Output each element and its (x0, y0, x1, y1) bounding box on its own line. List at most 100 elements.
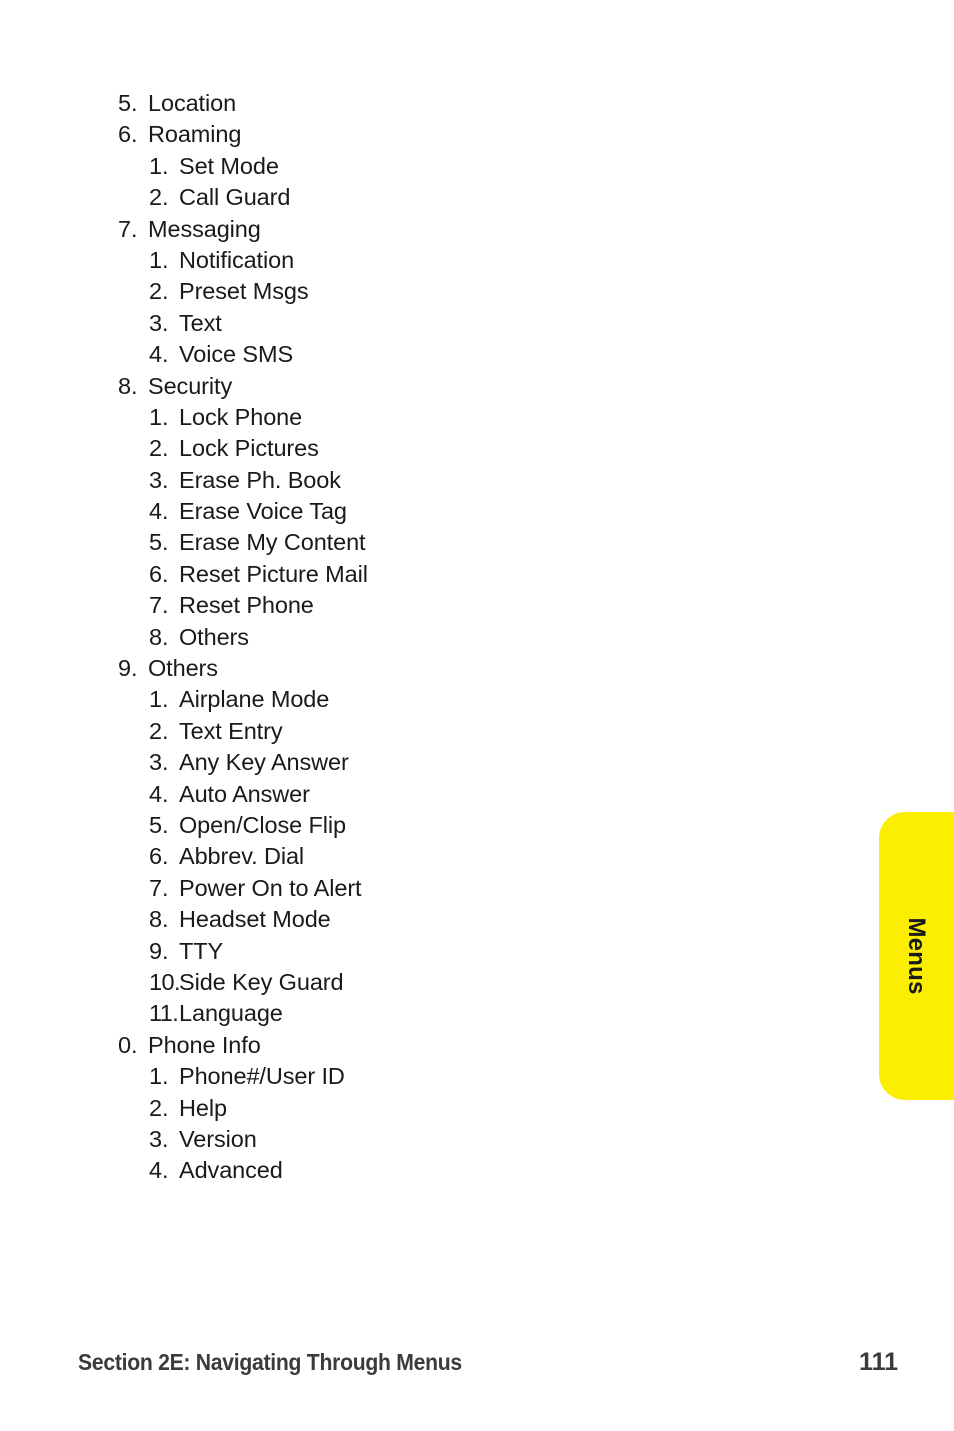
outline-item-label: Notification (179, 246, 295, 273)
outline-item-label: Version (179, 1125, 257, 1152)
outline-item: 8. Security (118, 371, 818, 402)
outline-item-number: 8. (149, 906, 169, 933)
outline-item: 9. Others (118, 653, 818, 684)
outline-item: 2. Preset Msgs (118, 276, 818, 307)
outline-item-number: 4. (149, 780, 169, 807)
outline-item: 7. Power On to Alert (118, 873, 818, 904)
outline-item-number: 6. (118, 121, 138, 148)
outline-item-number: 4. (149, 1157, 169, 1184)
outline-item-label: Advanced (179, 1157, 283, 1184)
outline-item-label: Text (179, 309, 222, 336)
outline-item-number: 2. (149, 1094, 169, 1121)
outline-item-number: 3. (149, 749, 169, 776)
outline-item: 3. Any Key Answer (118, 747, 818, 778)
outline-item-number: 4. (149, 498, 169, 525)
outline-item-number: 2. (149, 278, 169, 305)
outline-item: 3. Erase Ph. Book (118, 465, 818, 496)
outline-item-label: Set Mode (179, 152, 279, 179)
outline-item-number: 5. (118, 90, 138, 116)
outline-item-number: 2. (149, 184, 169, 211)
outline-item-label: Help (179, 1094, 227, 1121)
outline-item: 10. Side Key Guard (118, 967, 818, 998)
outline-item-label: TTY (179, 937, 224, 964)
outline-item-label: Airplane Mode (179, 686, 330, 713)
outline-item-label: Lock Phone (179, 403, 303, 430)
outline-item-label: Open/Close Flip (179, 811, 346, 838)
outline-item: 1. Set Mode (118, 151, 818, 182)
outline-item: 1. Lock Phone (118, 402, 818, 433)
outline-item-number: 11. (149, 1000, 179, 1027)
outline-item-label: Voice SMS (179, 341, 294, 368)
outline-item-label: Auto Answer (179, 780, 310, 807)
outline-item-label: Location (148, 90, 237, 116)
outline-item: 1. Phone#/User ID (118, 1061, 818, 1092)
outline-item-number: 7. (149, 592, 169, 619)
outline-item-number: 1. (149, 152, 169, 179)
outline-item-label: Language (179, 1000, 283, 1027)
outline-item-label: Preset Msgs (179, 278, 309, 305)
outline-item-number: 7. (149, 874, 169, 901)
outline-item-number: 9. (149, 937, 169, 964)
outline-item: 9. TTY (118, 936, 818, 967)
outline-item: 4. Auto Answer (118, 779, 818, 810)
outline-item: 8. Others (118, 622, 818, 653)
outline-item-number: 3. (149, 309, 169, 336)
outline-item-label: Security (148, 372, 233, 399)
outline-item-label: Any Key Answer (179, 749, 349, 776)
outline-item-number: 0. (118, 1031, 138, 1058)
outline-item-label: Side Key Guard (179, 968, 344, 995)
outline-item-number: 8. (149, 623, 169, 650)
outline-item-number: 10. (149, 968, 180, 995)
outline-item-label: Roaming (148, 121, 242, 148)
outline-item: 6. Reset Picture Mail (118, 559, 818, 590)
outline-item-number: 2. (149, 435, 169, 462)
outline-item: 4. Advanced (118, 1155, 818, 1186)
outline-item-label: Others (148, 655, 218, 682)
outline-item-number: 6. (149, 843, 169, 870)
outline-item-number: 5. (149, 811, 169, 838)
outline-item: 7. Messaging (118, 214, 818, 245)
outline-item-number: 1. (149, 1063, 169, 1090)
outline-item: 7. Reset Phone (118, 590, 818, 621)
outline-item-number: 7. (118, 215, 138, 242)
outline-item: 2. Help (118, 1093, 818, 1124)
outline-item-label: Reset Picture Mail (179, 560, 368, 587)
outline-item: 5. Location (118, 88, 818, 119)
outline-item: 5. Open/Close Flip (118, 810, 818, 841)
outline-item: 4. Voice SMS (118, 339, 818, 370)
outline-item-number: 8. (118, 372, 138, 399)
outline-item-label: Headset Mode (179, 906, 331, 933)
outline-item: 2. Lock Pictures (118, 433, 818, 464)
footer-page-number: 111 (859, 1348, 898, 1376)
outline-item: 2. Call Guard (118, 182, 818, 213)
outline-item: 1. Airplane Mode (118, 684, 818, 715)
outline-item: 3. Version (118, 1124, 818, 1155)
outline-item-label: Erase Voice Tag (179, 498, 347, 525)
outline-item: 0. Phone Info (118, 1030, 818, 1061)
outline-item-label: Others (179, 623, 249, 650)
outline-item: 11. Language (118, 998, 818, 1029)
outline-item: 6. Roaming (118, 119, 818, 150)
outline-item-label: Phone#/User ID (179, 1063, 345, 1090)
outline-item-number: 3. (149, 466, 169, 493)
outline-item-label: Messaging (148, 215, 261, 242)
outline-item-number: 4. (149, 341, 169, 368)
outline-item-label: Phone Info (148, 1031, 261, 1058)
outline-item-label: Call Guard (179, 184, 291, 211)
outline-item-label: Reset Phone (179, 592, 314, 619)
outline-item: 2. Text Entry (118, 716, 818, 747)
outline-item-label: Text Entry (179, 717, 283, 744)
outline-item-label: Power On to Alert (179, 874, 362, 901)
section-thumb-tab: Menus (879, 812, 954, 1100)
document-page: 5. Location 6. Roaming 1. Set Mode 2. Call Guar… (0, 0, 954, 1431)
outline-item: 5. Erase My Content (118, 527, 818, 558)
outline-item-label: Abbrev. Dial (179, 843, 305, 870)
outline-item-number: 2. (149, 717, 169, 744)
outline-item-number: 1. (149, 403, 169, 430)
outline-item: 3. Text (118, 308, 818, 339)
outline-item-number: 1. (149, 246, 169, 273)
outline-item: 1. Notification (118, 245, 818, 276)
outline-item-number: 1. (149, 686, 169, 713)
page-footer: Section 2E: Navigating Through Menus 111 (78, 1348, 898, 1377)
outline-item-number: 5. (149, 529, 169, 556)
